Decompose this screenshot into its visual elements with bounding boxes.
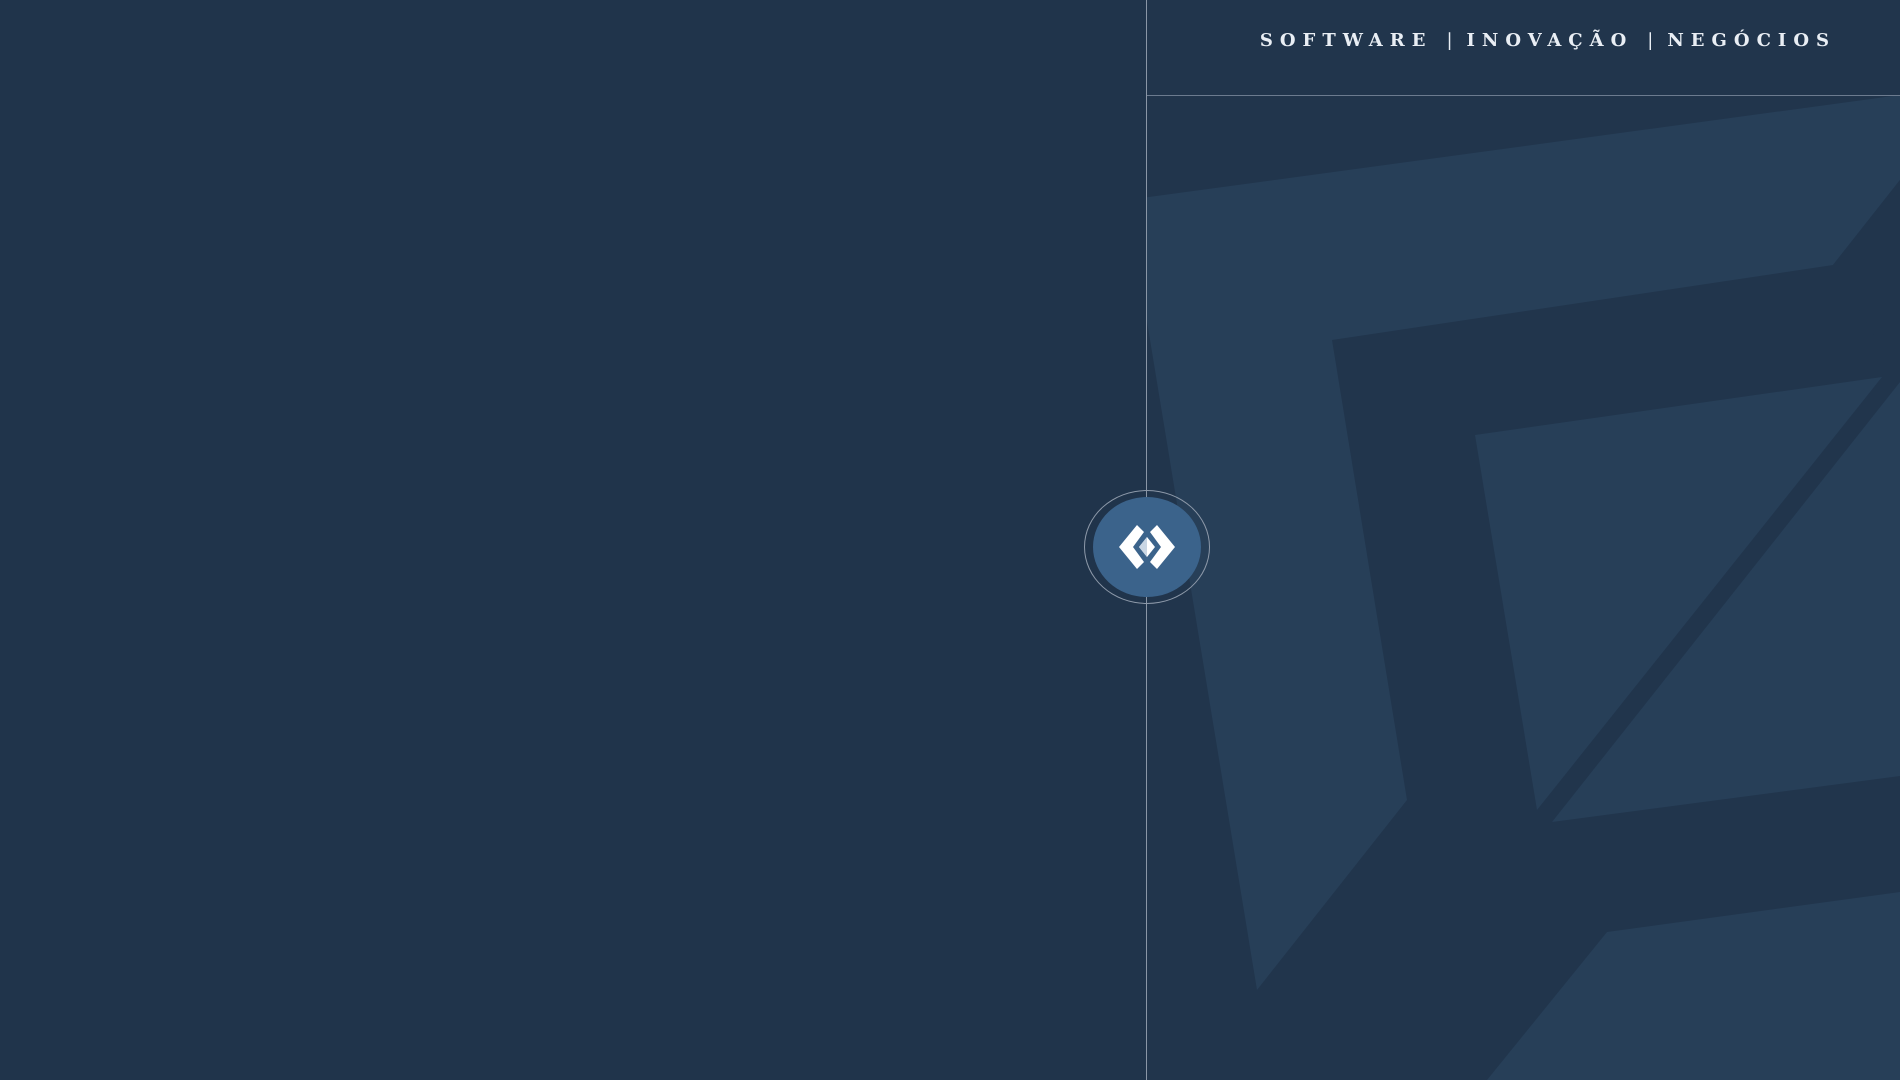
pattern-bottom-band [1487,892,1900,1080]
right-panel [1147,0,1900,1080]
code-brackets-diamond-icon [1119,525,1175,569]
header-tagline: SOFTWARE | INOVAÇÃO | NEGÓCIOS [1260,28,1836,52]
logo-badge[interactable] [1093,497,1201,597]
left-panel [0,0,1146,1080]
tagline-separator: | [1446,29,1453,51]
tagline-negocios: NEGÓCIOS [1667,29,1836,51]
background-geometric-pattern [1147,95,1900,1080]
header-divider [1147,95,1900,96]
tagline-software: SOFTWARE [1259,29,1433,51]
tagline-separator: | [1647,29,1654,51]
page: SOFTWARE | INOVAÇÃO | NEGÓCIOS [0,0,1900,1080]
tagline-inovacao: INOVAÇÃO [1466,29,1634,51]
